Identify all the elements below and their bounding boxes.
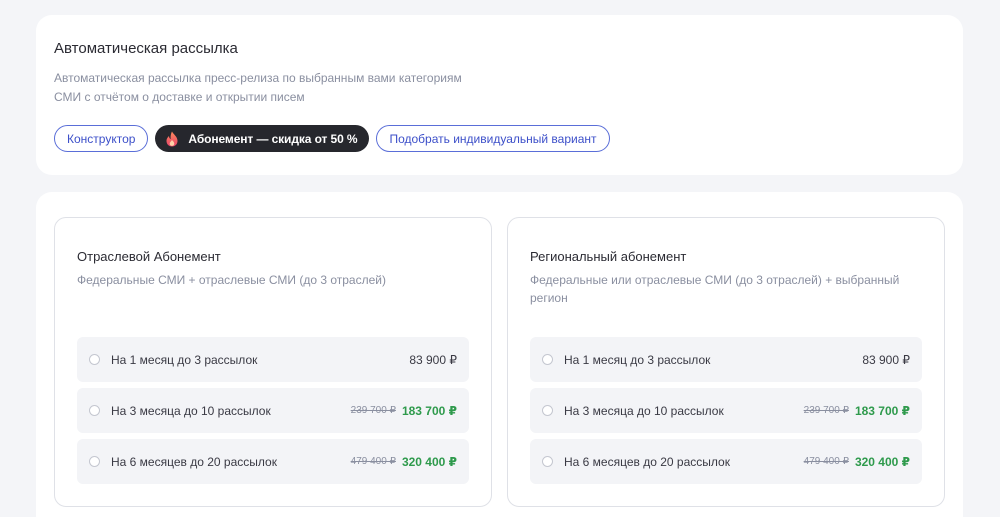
plans-card: Отраслевой Абонемент Федеральные СМИ + о… [36,192,963,517]
constructor-chip[interactable]: Конструктор [54,125,149,152]
plan-description: Федеральные или отраслевые СМИ (до 3 отр… [530,271,920,307]
subscription-chip[interactable]: Абонемент — скидка от 50 % [155,125,370,152]
option-label: На 6 месяцев до 20 рассылок [111,454,277,469]
plan-option[interactable]: На 1 месяц до 3 рассылок 83 900 ₽ [530,337,922,382]
option-old-price: 479 400 ₽ [350,456,396,467]
option-old-price: 479 400 ₽ [803,456,849,467]
section-title: Автоматическая рассылка [54,40,238,57]
option-label: На 3 месяца до 10 рассылок [564,403,724,418]
option-old-price: 239 700 ₽ [350,405,396,416]
plan-description-line: Федеральные СМИ + отраслевые СМИ (до 3 о… [77,273,386,287]
option-price: 183 700 ₽ [854,403,910,418]
option-price: 83 900 ₽ [409,352,457,367]
plan-option[interactable]: На 3 месяца до 10 рассылок 239 700 ₽ 183… [77,388,469,433]
plan-description-line: Федеральные или отраслевые СМИ (до 3 отр… [530,273,900,287]
section-description: Автоматическая рассылка пресс-релиза по … [54,69,524,107]
plan-option[interactable]: На 1 месяц до 3 рассылок 83 900 ₽ [77,337,469,382]
plan-title: Региональный абонемент [530,249,687,264]
radio-button[interactable] [89,405,100,416]
option-label: На 6 месяцев до 20 рассылок [564,454,730,469]
description-line: Автоматическая рассылка пресс-релиза по … [54,71,462,85]
description-line: СМИ с отчётом о доставке и открытии писе… [54,90,305,104]
fire-icon [165,131,179,147]
custom-option-chip[interactable]: Подобрать индивидуальный вариант [376,125,610,152]
option-price: 183 700 ₽ [401,403,457,418]
plan-card-regional: Региональный абонемент Федеральные или о… [507,217,945,507]
radio-button[interactable] [542,354,553,365]
plan-title: Отраслевой Абонемент [77,249,221,264]
option-price: 320 400 ₽ [401,454,457,469]
option-label: На 1 месяц до 3 рассылок [111,352,258,367]
plan-option[interactable]: На 6 месяцев до 20 рассылок 479 400 ₽ 32… [77,439,469,484]
option-label: На 3 месяца до 10 рассылок [111,403,271,418]
plan-description: Федеральные СМИ + отраслевые СМИ (до 3 о… [77,271,467,289]
plan-option[interactable]: На 6 месяцев до 20 рассылок 479 400 ₽ 32… [530,439,922,484]
plan-card-industry: Отраслевой Абонемент Федеральные СМИ + о… [54,217,492,507]
auto-mailing-card: Автоматическая рассылка Автоматическая р… [36,15,963,175]
option-old-price: 239 700 ₽ [803,405,849,416]
radio-button[interactable] [542,456,553,467]
option-price: 83 900 ₽ [862,352,910,367]
subscription-chip-label: Абонемент — скидка от 50 % [188,131,358,146]
option-label: На 1 месяц до 3 рассылок [564,352,711,367]
mode-chips: Конструктор Абонемент — скидка от 50 % П… [54,125,610,152]
plan-option[interactable]: На 3 месяца до 10 рассылок 239 700 ₽ 183… [530,388,922,433]
plan-description-line: регион [530,291,568,305]
radio-button[interactable] [89,456,100,467]
option-price: 320 400 ₽ [854,454,910,469]
radio-button[interactable] [542,405,553,416]
radio-button[interactable] [89,354,100,365]
